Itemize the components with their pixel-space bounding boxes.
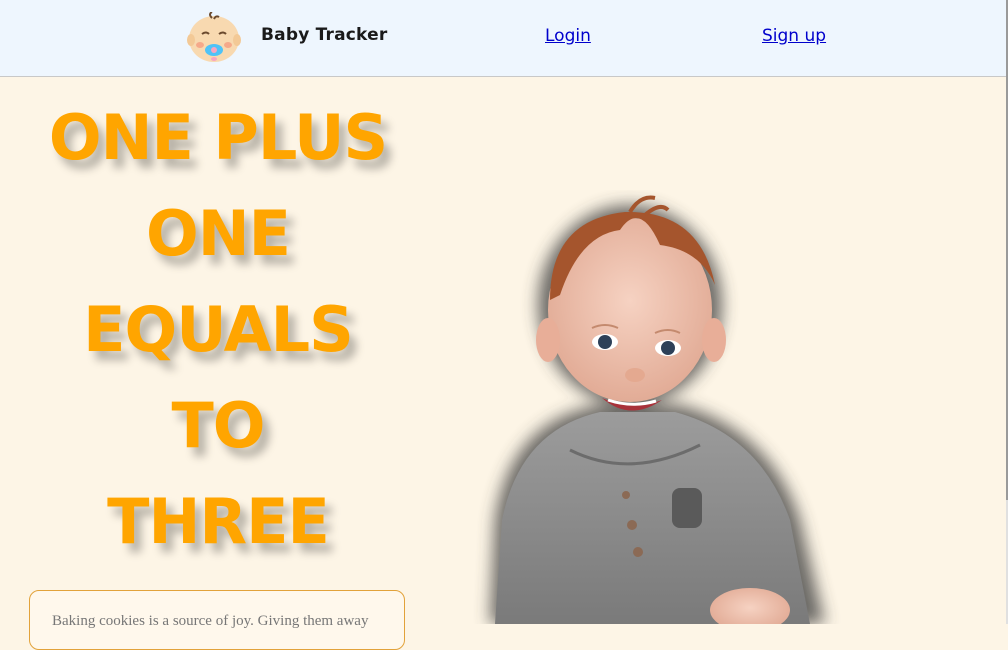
quote-card: Baking cookies is a source of joy. Givin… xyxy=(29,590,405,650)
signup-link[interactable]: Sign up xyxy=(762,26,826,46)
login-link[interactable]: Login xyxy=(545,26,591,46)
hero-line: TO xyxy=(171,389,266,462)
hero-line: ONE xyxy=(146,197,291,270)
hero-line: EQUALS xyxy=(83,293,354,366)
quote-text: Baking cookies is a source of joy. Givin… xyxy=(52,613,369,629)
baby-face-logo-icon[interactable] xyxy=(186,12,242,64)
brand-name: Baby Tracker xyxy=(261,25,388,45)
hero-heading: ONE PLUS ONE EQUALS TO THREE xyxy=(30,90,406,570)
baby-photo xyxy=(490,195,825,624)
hero-line: THREE xyxy=(107,485,330,558)
top-navbar: Baby Tracker Login Sign up xyxy=(0,0,1006,77)
hero-line: ONE PLUS xyxy=(48,101,388,174)
